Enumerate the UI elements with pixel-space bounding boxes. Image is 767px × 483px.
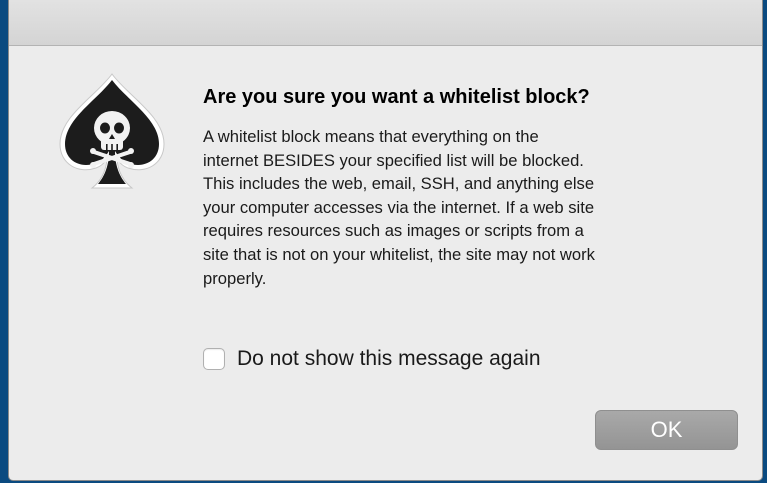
message-line: site that is not on your whitelist, the … [203, 244, 595, 264]
dont-show-again-option[interactable]: Do not show this message again [203, 346, 541, 372]
spade-skull-icon [59, 73, 165, 189]
dont-show-again-checkbox[interactable] [203, 348, 225, 370]
message-line: requires resources such as images or scr… [203, 221, 584, 241]
dialog-sheet-top [9, 0, 762, 46]
whitelist-confirm-dialog: Are you sure you want a whitelist block?… [8, 0, 763, 481]
message-line: properly. [203, 268, 267, 288]
message-line: internet BESIDES your specified list wil… [203, 150, 584, 170]
dialog-title: Are you sure you want a whitelist block? [203, 86, 590, 108]
message-line: A whitelist block means that everything … [203, 127, 539, 146]
dialog-message: A whitelist block means that everything … [203, 125, 743, 290]
ok-button[interactable]: OK [595, 410, 738, 450]
dont-show-again-label[interactable]: Do not show this message again [237, 347, 541, 371]
message-line: This includes the web, email, SSH, and a… [203, 174, 595, 194]
message-line: your computer accesses via the internet.… [203, 197, 595, 217]
